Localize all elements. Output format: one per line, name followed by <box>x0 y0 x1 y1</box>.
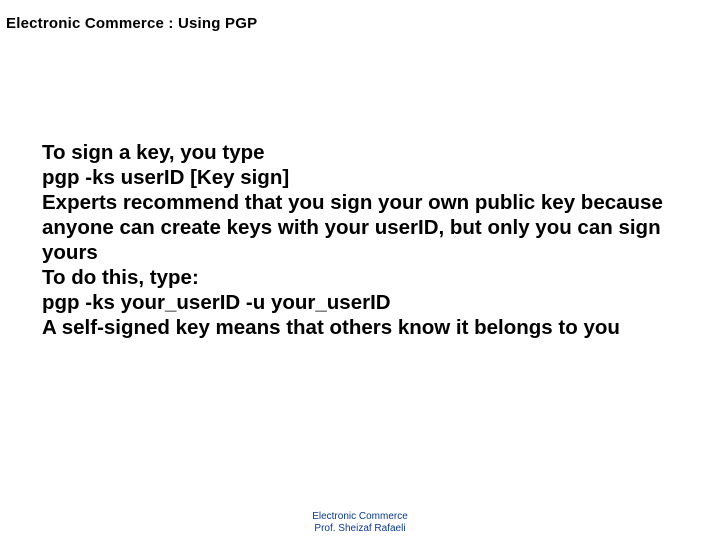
footer-line-2: Prof. Sheizaf Rafaeli <box>0 523 720 535</box>
slide-header: Electronic Commerce : Using PGP <box>0 14 720 38</box>
slide-content: To sign a key, you type pgp -ks userID [… <box>42 140 678 340</box>
body-line-5: pgp -ks your_userID -u your_userID <box>42 290 678 315</box>
body-line-3: Experts recommend that you sign your own… <box>42 190 678 265</box>
footer-line-1: Electronic Commerce <box>0 511 720 523</box>
slide: Electronic Commerce : Using PGP To sign … <box>0 0 720 540</box>
header-title: Electronic Commerce : Using PGP <box>6 14 263 34</box>
body-line-4: To do this, type: <box>42 265 678 290</box>
body-line-2: pgp -ks userID [Key sign] <box>42 165 678 190</box>
body-line-1: To sign a key, you type <box>42 140 678 165</box>
body-line-6: A self-signed key means that others know… <box>42 315 678 340</box>
slide-footer: Electronic Commerce Prof. Sheizaf Rafael… <box>0 511 720 534</box>
